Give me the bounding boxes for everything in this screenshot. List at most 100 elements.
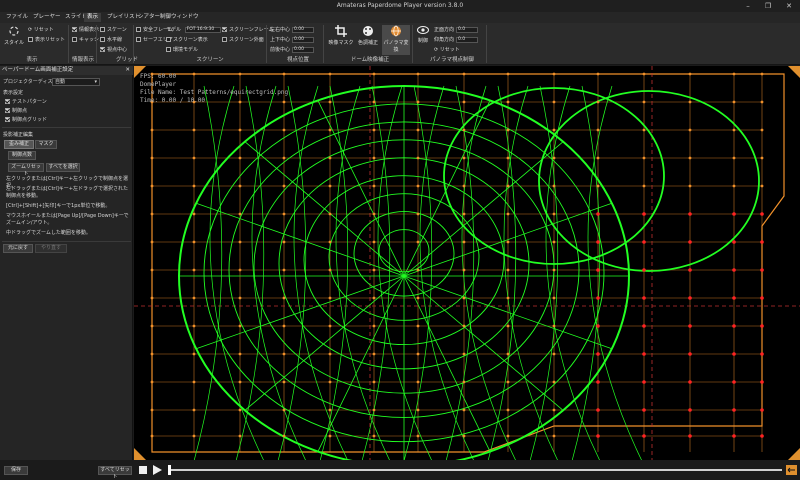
lr-center-field[interactable]: 左右中心 0.00 [270, 26, 315, 33]
control-point [506, 128, 510, 132]
front-direction-field[interactable]: 正面方向 0.0 [434, 26, 479, 33]
control-points[interactable] [150, 72, 764, 438]
control-point-selected [688, 408, 692, 412]
screen-outer-check[interactable]: スクリーン外面 [222, 36, 264, 43]
control-point-selected [642, 324, 646, 328]
control-point-selected [732, 268, 736, 272]
control-point [238, 212, 242, 216]
grid-scane-checkbox[interactable] [100, 27, 105, 32]
select-all-button[interactable]: すべてを選択 [46, 163, 80, 172]
seek-bar[interactable] [168, 469, 782, 471]
control-point [760, 72, 764, 76]
display-reset-button[interactable]: 表示リセット [28, 36, 65, 43]
control-point-selected [688, 296, 692, 300]
env-model-check[interactable]: 環境モデル [166, 46, 198, 53]
screen-display-check[interactable]: スクリーン表示 [166, 36, 208, 43]
display-reset-check[interactable] [28, 37, 33, 42]
model-value[interactable]: FOT 16:9:30 [184, 26, 221, 33]
grid-scane-check[interactable]: スケーン [100, 26, 127, 33]
reset-all-button[interactable]: すべてリセット [98, 466, 132, 480]
info-display-checkbox[interactable] [72, 27, 77, 32]
color-correct-button[interactable]: 色調補正 [356, 25, 380, 55]
stop-icon[interactable] [139, 466, 147, 474]
panorama-convert-button[interactable]: パノラマ変換 [382, 25, 410, 55]
control-grid-checkbox[interactable] [5, 117, 10, 122]
ud-center-value[interactable]: 0.00 [292, 36, 315, 43]
ribbon-separator [68, 25, 69, 63]
control-point [462, 408, 466, 412]
ud-center-field[interactable]: 上下中心 0.00 [270, 36, 315, 43]
title-bar: Amateras Paperdome Player version 3.8.0 … [0, 0, 800, 12]
control-point [416, 72, 420, 76]
control-point [282, 184, 286, 188]
video-mask-button[interactable]: 映像マスク [328, 25, 354, 55]
control-point [506, 240, 510, 244]
menu-window[interactable]: ウィンドウ [168, 13, 202, 22]
model-select[interactable]: モデル FOT 16:9:30 [166, 26, 221, 33]
help-line-2: 左ドラッグまたは[Ctrl]キー+左ドラッグで選択された制御点を移動。 [6, 186, 128, 199]
projector-select[interactable]: 自動 ▾ [52, 78, 100, 86]
test-pattern-checkbox[interactable] [5, 99, 10, 104]
menu-file[interactable]: ファイル [3, 13, 31, 22]
corner-handle-bottom-left[interactable] [134, 448, 146, 460]
control-point-count-button[interactable]: 制御点数 [8, 151, 36, 160]
corner-handle-bottom-right[interactable] [788, 448, 800, 460]
safe-frame-checkbox[interactable] [136, 27, 141, 32]
control-point [282, 380, 286, 384]
info-display-check[interactable]: 情報表示 [72, 26, 99, 33]
undo-button[interactable]: 元に戻す [3, 244, 33, 253]
refresh-icon: ⟳ [28, 27, 33, 33]
screen-frame-checkbox[interactable] [222, 27, 227, 32]
fb-center-value[interactable]: 0.00 [292, 46, 315, 53]
grid-horizon-check[interactable]: 水平線 [100, 36, 122, 43]
display-settings-heading: 表示設定 [3, 90, 24, 96]
reset-button[interactable]: ⟳ リセット [28, 26, 54, 33]
menu-player[interactable]: プレーヤー [30, 13, 64, 22]
save-button[interactable]: 保存 [4, 466, 28, 475]
control-point [192, 408, 196, 412]
env-model-checkbox[interactable] [166, 47, 171, 52]
corner-handle-top-right[interactable] [788, 66, 800, 78]
style-button[interactable]: スタイル [4, 25, 24, 53]
test-pattern-check[interactable]: テストパターン [5, 98, 47, 105]
minimize-icon[interactable]: – [738, 1, 758, 11]
screen-display-checkbox[interactable] [166, 37, 171, 42]
tab-mask[interactable]: マスク [35, 140, 57, 149]
lr-center-value[interactable]: 0.00 [292, 26, 315, 33]
elevation-field[interactable]: 仰角方向 0.0 [434, 36, 479, 43]
close-icon[interactable]: ✕ [125, 66, 130, 75]
mesh-curve [587, 85, 643, 462]
fb-center-field[interactable]: 前後中心 0.00 [270, 46, 315, 53]
control-point-checkbox[interactable] [5, 108, 10, 113]
control-point [150, 128, 154, 132]
projection-canvas[interactable] [134, 66, 800, 467]
redo-button[interactable]: やり直す [35, 244, 67, 253]
front-direction-value[interactable]: 0.0 [456, 26, 479, 33]
grid-horizon-checkbox[interactable] [100, 37, 105, 42]
tab-distortion[interactable]: 歪み補正 [4, 140, 34, 149]
window-title: Amateras Paperdome Player version 3.8.0 [336, 2, 464, 9]
control-point [416, 434, 420, 438]
grid-view-center-checkbox[interactable] [100, 47, 105, 52]
control-point-check[interactable]: 制御点 [5, 107, 27, 114]
maximize-icon[interactable]: ❐ [758, 1, 778, 11]
grid-view-center-check[interactable]: 視点中心 [100, 46, 127, 53]
control-grid-check[interactable]: 制御点グリッド [5, 116, 47, 123]
menu-view[interactable]: 表示 [84, 13, 102, 22]
loop-icon[interactable] [786, 465, 797, 475]
panorama-reset-button[interactable]: ⟳ リセット [434, 46, 460, 53]
zoom-reset-button[interactable]: ズームリセット [8, 163, 44, 177]
elevation-value[interactable]: 0.0 [456, 36, 479, 43]
control-point [596, 156, 600, 160]
screen-outer-checkbox[interactable] [222, 37, 227, 42]
test-pattern-label: テストパターン [12, 99, 47, 105]
safe-area-checkbox[interactable] [136, 37, 141, 42]
seek-thumb[interactable] [168, 465, 171, 475]
close-icon[interactable]: ✕ [779, 1, 799, 11]
control-button[interactable]: 制御 [415, 25, 431, 55]
play-icon[interactable] [153, 465, 162, 475]
control-point [282, 352, 286, 356]
control-point [416, 240, 420, 244]
dome-viewport[interactable]: FPS: 60.00 DomePlayer File Name: Test Pa… [134, 66, 800, 467]
cache-checkbox[interactable] [72, 37, 77, 42]
